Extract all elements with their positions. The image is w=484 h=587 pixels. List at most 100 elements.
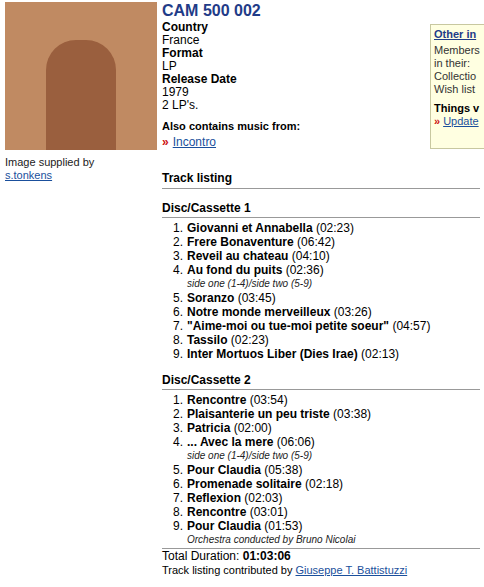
side-box-section: Things v	[434, 102, 481, 115]
track-row: 5.Pour Claudia (05:38)	[162, 463, 480, 477]
track-duration: (03:54)	[250, 393, 288, 407]
field-label: Country	[162, 21, 430, 34]
track-row: 1.Giovanni et Annabella (02:23)	[162, 221, 480, 235]
track-number: 7.	[162, 491, 183, 505]
field-value: France	[162, 34, 430, 47]
track-title: Patricia	[187, 421, 230, 435]
track-duration: (03:26)	[334, 305, 372, 319]
track-row: 7. Reflexion (02:03)	[162, 491, 480, 505]
contributor-link[interactable]: Giuseppe T. Battistuzzi	[296, 564, 408, 576]
side-box-line: Collectio	[434, 70, 481, 83]
field-value: 1979	[162, 86, 430, 99]
track-title: ... Avec la mere	[187, 435, 274, 449]
track-row: 9.Inter Mortuos Liber (Dies Irae) (02:13…	[162, 347, 480, 361]
supplier-link[interactable]: s.tonkens	[5, 169, 162, 182]
side-box-line: in their:	[434, 57, 481, 70]
release-note: 2 LP's.	[162, 99, 430, 112]
track-row: 2. Plaisanterie un peu triste (03:38)	[162, 407, 480, 421]
disc-note: side one (1-4)/side two (5-9)	[162, 277, 480, 291]
track-title: Reflexion	[187, 491, 241, 505]
track-number: 2.	[162, 235, 183, 249]
disc-note: Orchestra conducted by Bruno Nicolai	[162, 533, 480, 547]
side-box-line: Members	[434, 44, 481, 57]
track-number: 8.	[162, 333, 183, 347]
track-number: 6.	[162, 477, 183, 491]
track-row: 3. Patricia (02:00)	[162, 421, 480, 435]
cover-column: Image supplied bys.tonkens	[0, 0, 162, 587]
track-number: 1.	[162, 221, 183, 235]
track-title: Rencontre	[187, 393, 246, 407]
track-number: 7.	[162, 319, 183, 333]
track-title: Inter Mortuos Liber (Dies Irae)	[187, 347, 358, 361]
side-box-line: Wish list	[434, 83, 481, 96]
track-number: 4.	[162, 435, 183, 449]
track-row: 4. Au fond du puits (02:36)	[162, 263, 480, 277]
track-listing: Track listing Disc/Cassette 1 1.Giovanni e…	[162, 171, 484, 577]
track-duration: (02:03)	[244, 491, 282, 505]
track-number: 9.	[162, 347, 183, 361]
side-box-title[interactable]: Other in	[434, 28, 481, 41]
total-duration: Total Duration: 01:03:06	[162, 548, 480, 563]
track-number: 9.	[162, 519, 183, 533]
field-value: LP	[162, 60, 430, 73]
track-number: 4.	[162, 263, 183, 277]
track-row: 7. "Aime-moi ou tue-moi petite soeur" (04…	[162, 319, 480, 333]
side-box-link[interactable]: »Update	[434, 115, 481, 128]
track-duration: (02:23)	[316, 221, 354, 235]
catalog-title: CAM 500 002	[162, 0, 484, 21]
track-number: 2.	[162, 407, 183, 421]
info-field: Release Date1979	[162, 73, 430, 99]
track-row: 6. Promenade solitaire (02:18)	[162, 477, 480, 491]
track-number: 3.	[162, 421, 183, 435]
disc-title: Disc/Cassette 1	[162, 201, 480, 218]
track-duration: (01:53)	[264, 519, 302, 533]
track-number: 3.	[162, 249, 183, 263]
field-label: Release Date	[162, 73, 430, 86]
track-duration: (03:45)	[238, 291, 276, 305]
also-contains-label: Also contains music from:	[162, 120, 430, 133]
track-number: 5.	[162, 291, 183, 305]
track-duration: (02:00)	[234, 421, 272, 435]
track-title: Promenade solitaire	[187, 477, 302, 491]
disc-title: Disc/Cassette 2	[162, 373, 480, 390]
track-row: 8. Rencontre (03:01)	[162, 505, 480, 519]
disc: Disc/Cassette 21.Rencontre (03:54)2.Plai…	[162, 373, 480, 547]
image-caption: Image supplied by	[5, 156, 162, 169]
info-field: CountryFrance	[162, 21, 430, 47]
track-number: 6.	[162, 305, 183, 319]
track-duration: (04:57)	[392, 319, 430, 333]
disc: Disc/Cassette 1 1.Giovanni et Annabella (…	[162, 201, 480, 361]
track-number: 8.	[162, 505, 183, 519]
track-row: 3. Reveil au chateau (04:10)	[162, 249, 480, 263]
track-duration: (02:36)	[286, 263, 324, 277]
info-field: FormatLP	[162, 47, 430, 73]
field-label: Format	[162, 47, 430, 60]
track-duration: (06:42)	[297, 235, 335, 249]
track-number: 5.	[162, 463, 183, 477]
also-contains-link[interactable]: »Incontro	[162, 136, 430, 149]
contributed-by: Track listing contributed by Giuseppe T.…	[162, 563, 480, 577]
track-title: Pour Claudia	[187, 519, 261, 533]
details-column: CAM 500 002CountryFranceFormatLPRelease …	[162, 0, 484, 587]
arrow-icon: »	[434, 115, 440, 128]
track-listing-title: Track listing	[162, 171, 480, 189]
release-page: Image supplied bys.tonkensCAM 500 002Cou…	[0, 0, 484, 587]
arrow-icon: »	[162, 136, 169, 149]
track-title: "Aime-moi ou tue-moi petite soeur"	[187, 319, 389, 333]
track-duration: (06:06)	[277, 435, 315, 449]
disc-note: side one (1-4)/side two (5-9)	[162, 449, 480, 463]
track-title: Au fond du puits	[187, 263, 282, 277]
track-duration: (02:18)	[305, 477, 343, 491]
track-title: Frere Bonaventure	[187, 235, 294, 249]
track-title: Pour Claudia	[187, 463, 261, 477]
track-title: Tassilo	[187, 333, 227, 347]
track-title: Reveil au chateau	[187, 249, 288, 263]
track-duration: (03:01)	[250, 505, 288, 519]
track-row: 5.Soranzo (03:45)	[162, 291, 480, 305]
track-title: Rencontre	[187, 505, 246, 519]
track-duration: (03:38)	[333, 407, 371, 421]
track-duration: (04:10)	[292, 249, 330, 263]
track-row: 2. Frere Bonaventure (06:42)	[162, 235, 480, 249]
track-title: Plaisanterie un peu triste	[187, 407, 330, 421]
track-title: Notre monde merveilleux	[187, 305, 330, 319]
